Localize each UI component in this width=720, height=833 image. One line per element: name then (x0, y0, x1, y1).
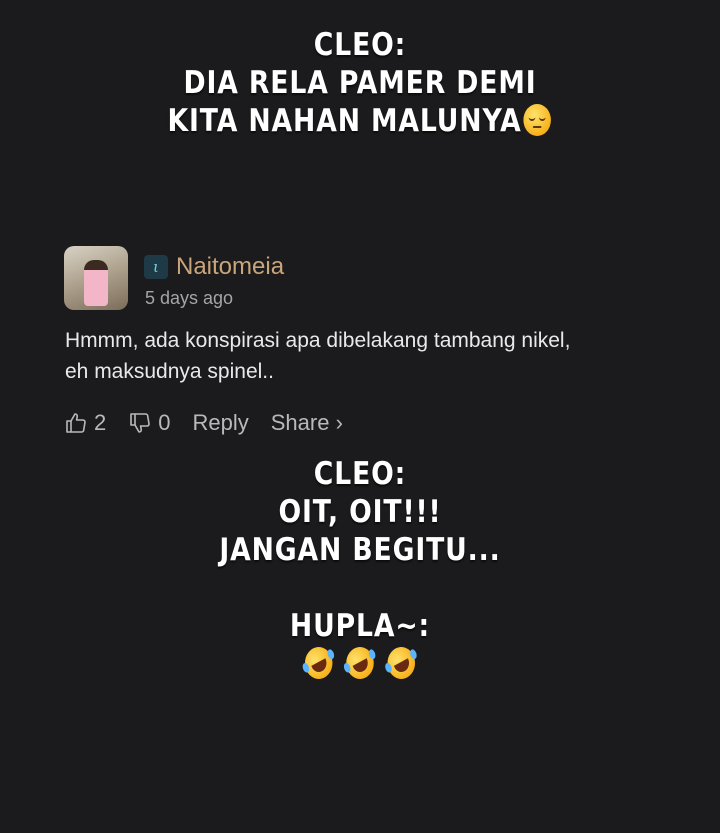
comment-timestamp: 5 days ago (145, 288, 234, 308)
comment-body-line: Hmmm, ada konspirasi apa dibelakang tamb… (65, 329, 571, 352)
avatar[interactable] (64, 246, 128, 310)
reply-button[interactable]: Reply (193, 410, 249, 436)
comment-body: Hmmm, ada konspirasi apa dibelakang tamb… (65, 325, 675, 387)
caption-speaker: HUPLA~: (289, 608, 431, 644)
caption-speaker: CLEO: (313, 27, 407, 63)
like-button[interactable]: 2 (64, 410, 106, 436)
share-button[interactable]: Share › (271, 410, 343, 436)
comment-username[interactable]: Naitomeia (176, 253, 284, 281)
comment-actions: 2 0 Reply Share › (64, 409, 365, 437)
caption-top: CLEO: DIA RELA PAMER DEMI KITA NAHAN MAL… (50, 26, 669, 140)
share-label: Share › (270, 410, 343, 435)
thumbs-up-icon (66, 413, 86, 433)
thumbs-down-icon (130, 413, 151, 433)
like-count: 2 (94, 410, 107, 435)
caption-line-with-emoji: KITA NAHAN MALUNYA (50, 102, 669, 140)
caption-emoji-row (50, 641, 669, 685)
pensive-face-emoji-icon (523, 104, 551, 136)
rofl-emoji-icon (300, 641, 338, 685)
reply-label: Reply (192, 410, 249, 435)
creator-badge-icon: ι (144, 255, 168, 279)
caption-line: OIT, OIT!!! (278, 494, 442, 530)
dislike-count: 0 (158, 410, 171, 435)
caption-line: JANGAN BEGITU... (219, 532, 501, 568)
rofl-emoji-icon (382, 641, 420, 685)
comment-body-line: eh maksudnya spinel.. (65, 360, 274, 383)
comment-author-row: ι Naitomeia (144, 253, 284, 281)
dislike-button[interactable]: 0 (128, 410, 171, 436)
caption-bottom: CLEO: OIT, OIT!!! JANGAN BEGITU... HUPLA… (50, 455, 669, 685)
caption-line-text: KITA NAHAN MALUNYA (167, 103, 522, 139)
caption-line: DIA RELA PAMER DEMI (183, 65, 537, 101)
rofl-emoji-icon (341, 641, 379, 685)
caption-speaker: CLEO: (313, 456, 407, 492)
